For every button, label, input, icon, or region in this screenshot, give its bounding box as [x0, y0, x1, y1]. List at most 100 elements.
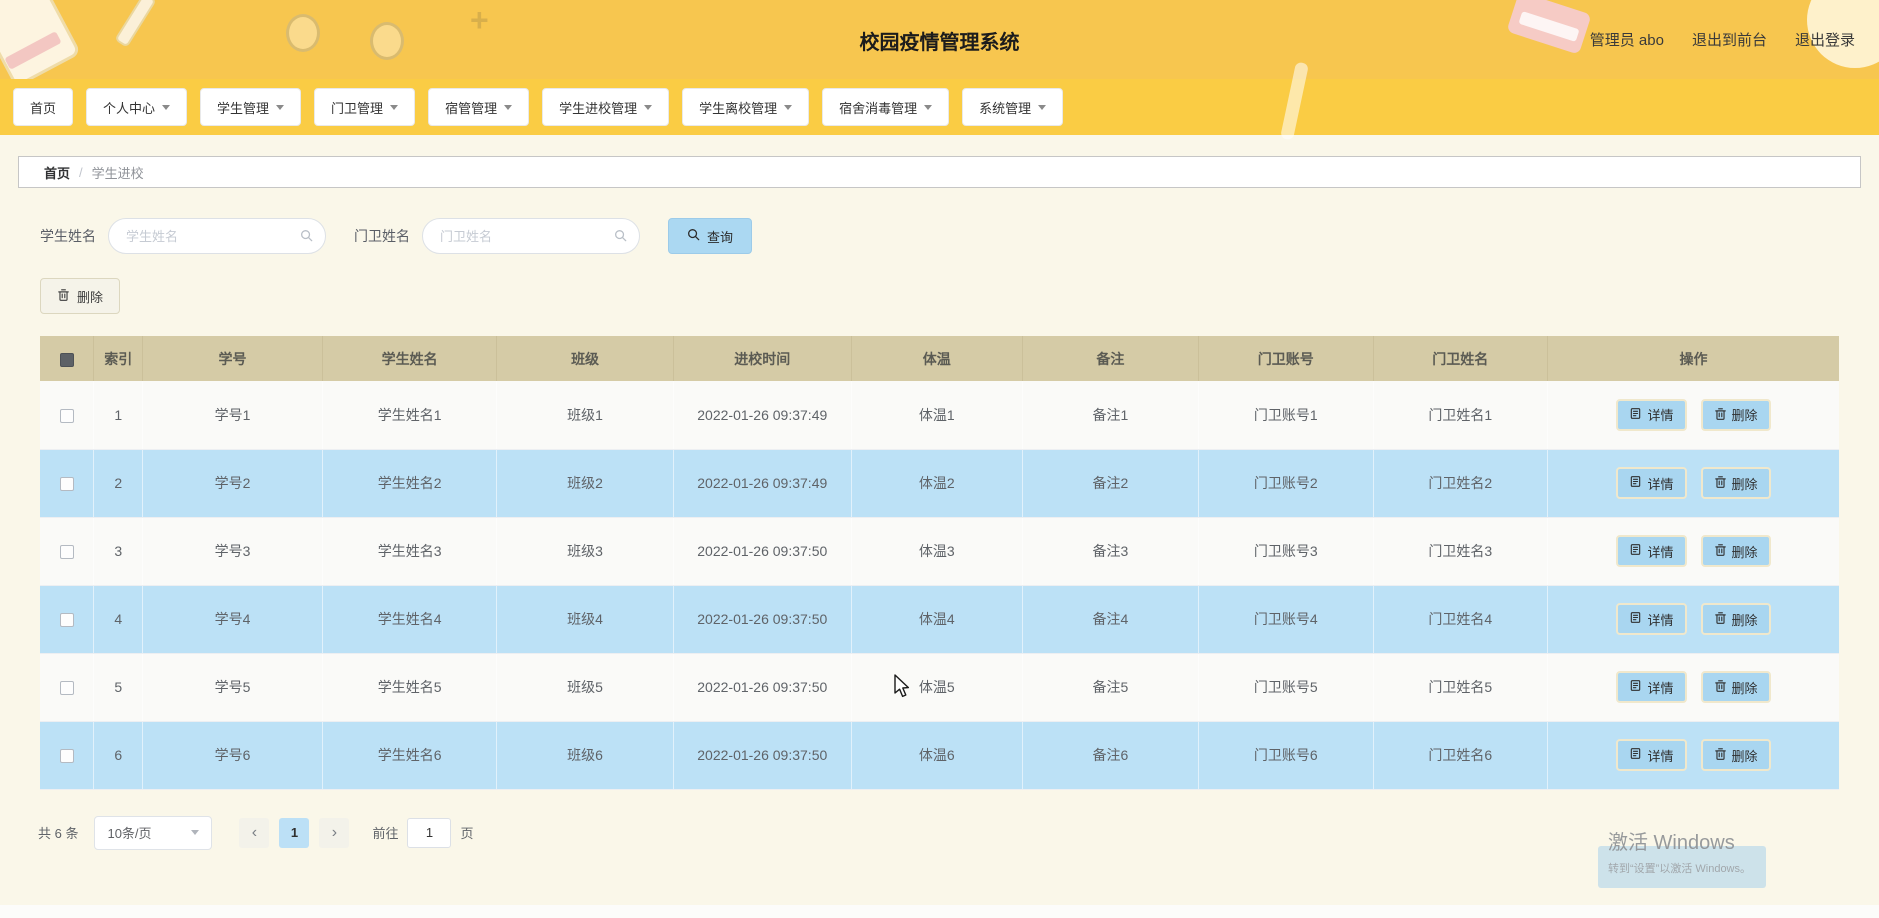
row-delete-button[interactable]: 删除 — [1700, 398, 1771, 431]
table-header-row: 索引 学号 学生姓名 班级 进校时间 体温 备注 门卫账号 门卫姓名 操作 — [40, 336, 1839, 381]
detail-button[interactable]: 详情 — [1616, 739, 1687, 771]
detail-button[interactable]: 详情 — [1616, 398, 1687, 431]
next-page-button[interactable]: › — [319, 817, 350, 848]
cell-actions: 详情 删除 — [1547, 381, 1839, 450]
goto-page-input[interactable] — [407, 817, 452, 848]
cell-actions: 详情 删除 — [1547, 585, 1839, 654]
row-delete-button[interactable]: 删除 — [1700, 467, 1771, 499]
cell-student_name: 学生姓名6 — [322, 721, 498, 790]
detail-button[interactable]: 详情 — [1616, 535, 1687, 567]
prev-page-button[interactable]: ‹ — [239, 817, 270, 848]
chevron-down-icon — [162, 104, 171, 110]
trash-icon — [57, 288, 70, 304]
cell-class_name: 班级5 — [496, 653, 674, 722]
page-size-value: 10条/页 — [107, 826, 152, 841]
row-checkbox[interactable] — [59, 613, 74, 628]
cell-student_id: 学号1 — [142, 381, 323, 450]
breadcrumb: 首页 / 学生进校 — [18, 156, 1861, 188]
data-table: 索引 学号 学生姓名 班级 进校时间 体温 备注 门卫账号 门卫姓名 操作 1 学号1 学生姓名1 班级… — [40, 336, 1839, 790]
detail-button[interactable]: 详情 — [1616, 467, 1687, 499]
cell-guard_name: 门卫姓名1 — [1373, 381, 1548, 450]
row-checkbox[interactable] — [59, 545, 74, 560]
trash-icon — [1714, 611, 1727, 627]
batch-delete-label: 删除 — [77, 289, 104, 305]
cell-student_name: 学生姓名4 — [322, 585, 498, 654]
cell-checkbox — [40, 449, 95, 518]
nav-item-label: 个人中心 — [103, 100, 156, 116]
document-icon — [1629, 543, 1642, 559]
row-checkbox[interactable] — [59, 477, 74, 492]
exit-front-link[interactable]: 退出到前台 — [1692, 29, 1767, 50]
app-header: 校园疫情管理系统 管理员 abo 退出到前台 退出登录 — [0, 0, 1879, 79]
logout-link[interactable]: 退出登录 — [1795, 29, 1855, 50]
table-row: 3 学号3 学生姓名3 班级3 2022-01-26 09:37:50 体温3 备注3 门卫账… — [40, 517, 1839, 586]
cell-class_name: 班级3 — [496, 517, 674, 586]
trash-icon — [1714, 407, 1727, 423]
cell-actions: 详情 删除 — [1547, 449, 1839, 518]
cell-index: 4 — [93, 585, 144, 654]
detail-button-label: 详情 — [1647, 680, 1674, 696]
cell-entry_time: 2022-01-26 09:37:50 — [673, 585, 852, 654]
guard-name-input[interactable] — [422, 218, 640, 254]
nav-item-2[interactable]: 学生管理 — [200, 88, 302, 126]
detail-button[interactable]: 详情 — [1616, 671, 1687, 703]
nav-item-label: 系统管理 — [979, 100, 1032, 116]
chevron-down-icon — [924, 104, 933, 110]
trash-icon — [1714, 543, 1727, 559]
row-delete-button[interactable]: 删除 — [1700, 603, 1771, 635]
query-button[interactable]: 查询 — [668, 218, 753, 254]
row-delete-button[interactable]: 删除 — [1700, 535, 1771, 567]
cell-student_id: 学号5 — [142, 653, 323, 722]
filter-row: 学生姓名 门卫姓名 查询 — [40, 218, 1879, 254]
nav-item-5[interactable]: 学生进校管理 — [542, 88, 670, 126]
chevron-down-icon — [390, 104, 399, 110]
cell-checkbox — [40, 585, 95, 654]
document-icon — [1629, 475, 1642, 491]
cell-checkbox — [40, 517, 95, 586]
cell-index: 1 — [93, 381, 144, 450]
batch-delete-button[interactable]: 删除 — [40, 278, 121, 314]
breadcrumb-home[interactable]: 首页 — [44, 163, 70, 182]
row-delete-button[interactable]: 删除 — [1700, 671, 1771, 703]
cell-guard_account: 门卫账号4 — [1198, 585, 1374, 654]
cell-class_name: 班级4 — [496, 585, 674, 654]
nav-item-4[interactable]: 宿管管理 — [428, 88, 530, 126]
nav-item-1[interactable]: 个人中心 — [86, 88, 188, 126]
column-header: 门卫账号 — [1198, 336, 1374, 381]
page-size-select[interactable]: 10条/页 — [94, 815, 213, 850]
table-row: 5 学号5 学生姓名5 班级5 2022-01-26 09:37:50 体温5 备注5 门卫账… — [40, 653, 1839, 722]
row-checkbox[interactable] — [59, 681, 74, 696]
cell-student_name: 学生姓名5 — [322, 653, 498, 722]
nav-item-label: 首页 — [30, 100, 57, 116]
row-checkbox[interactable] — [59, 749, 74, 764]
row-delete-button[interactable]: 删除 — [1700, 739, 1771, 771]
document-icon — [1629, 747, 1642, 763]
trash-icon — [1714, 679, 1727, 695]
nav-item-7[interactable]: 宿舍消毒管理 — [822, 88, 950, 126]
nav-item-3[interactable]: 门卫管理 — [314, 88, 416, 126]
row-checkbox[interactable] — [59, 408, 74, 423]
cell-remark: 备注4 — [1022, 585, 1200, 654]
cell-entry_time: 2022-01-26 09:37:50 — [673, 721, 852, 790]
goto-unit: 页 — [460, 826, 474, 841]
select-all-checkbox[interactable] — [59, 352, 74, 367]
row-delete-button-label: 删除 — [1731, 476, 1758, 492]
cell-remark: 备注2 — [1022, 449, 1200, 518]
detail-button[interactable]: 详情 — [1616, 603, 1687, 635]
trash-icon — [1714, 475, 1727, 491]
cell-actions: 详情 删除 — [1547, 721, 1839, 790]
nav-item-0[interactable]: 首页 — [13, 88, 74, 126]
windows-watermark: 激活 Windows 转到“设置”以激活 Windows。 — [1608, 826, 1751, 876]
chevron-down-icon — [644, 104, 653, 110]
student-name-input[interactable] — [108, 218, 326, 254]
nav-item-8[interactable]: 系统管理 — [962, 88, 1064, 126]
cell-class_name: 班级2 — [496, 449, 674, 518]
cell-student_name: 学生姓名1 — [322, 381, 498, 450]
nav-item-6[interactable]: 学生离校管理 — [682, 88, 810, 126]
cell-remark: 备注5 — [1022, 653, 1200, 722]
guard-name-input-wrap — [422, 218, 640, 254]
cell-temperature: 体温3 — [851, 517, 1023, 586]
page-number-1[interactable]: 1 — [279, 817, 310, 848]
cell-actions: 详情 删除 — [1547, 653, 1839, 722]
toolbar-row: 删除 — [40, 278, 1879, 314]
